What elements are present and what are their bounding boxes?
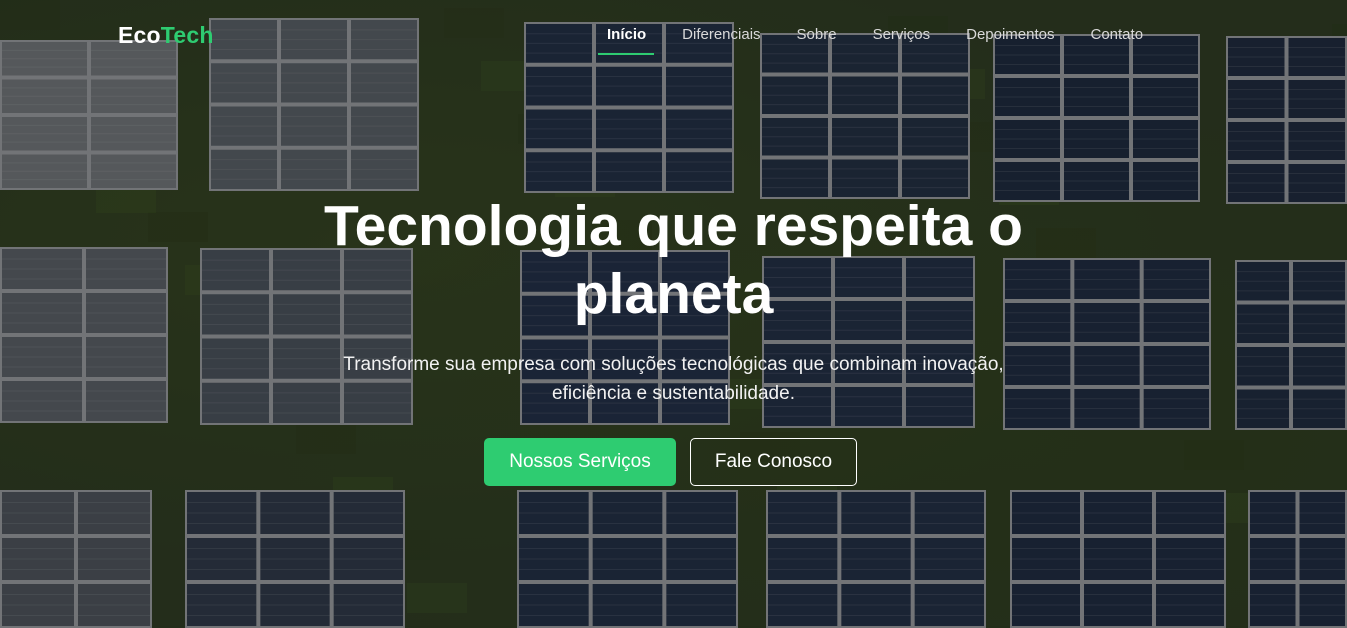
nossos-servicos-button[interactable]: Nossos Serviços [484,438,676,486]
hero-subtitle: Transforme sua empresa com soluções tecn… [343,354,1004,404]
nav-menu: Início Diferenciais Sobre Serviços Depoi… [597,26,1179,55]
hero-headline: Tecnologia que respeita o planeta [324,194,1023,326]
nav-item-servicos[interactable]: Serviços [873,26,931,55]
hero-section: EcoTech Início Diferenciais Sobre Serviç… [0,0,1347,628]
nav-item-depoimentos[interactable]: Depoimentos [966,26,1054,55]
logo-text-tech: Tech [160,22,214,48]
nav-item-sobre[interactable]: Sobre [797,26,837,55]
logo-text-eco: Eco [118,22,161,48]
nav-item-contato[interactable]: Contato [1091,26,1144,55]
top-navbar: EcoTech Início Diferenciais Sobre Serviç… [0,0,1347,70]
nav-item-diferenciais[interactable]: Diferenciais [682,26,760,55]
ecotech-logo[interactable]: EcoTech [118,22,214,49]
nav-item-inicio[interactable]: Início [597,26,655,55]
fale-conosco-button[interactable]: Fale Conosco [690,438,857,486]
hero-buttons: Nossos Serviços Fale Conosco [484,438,857,486]
